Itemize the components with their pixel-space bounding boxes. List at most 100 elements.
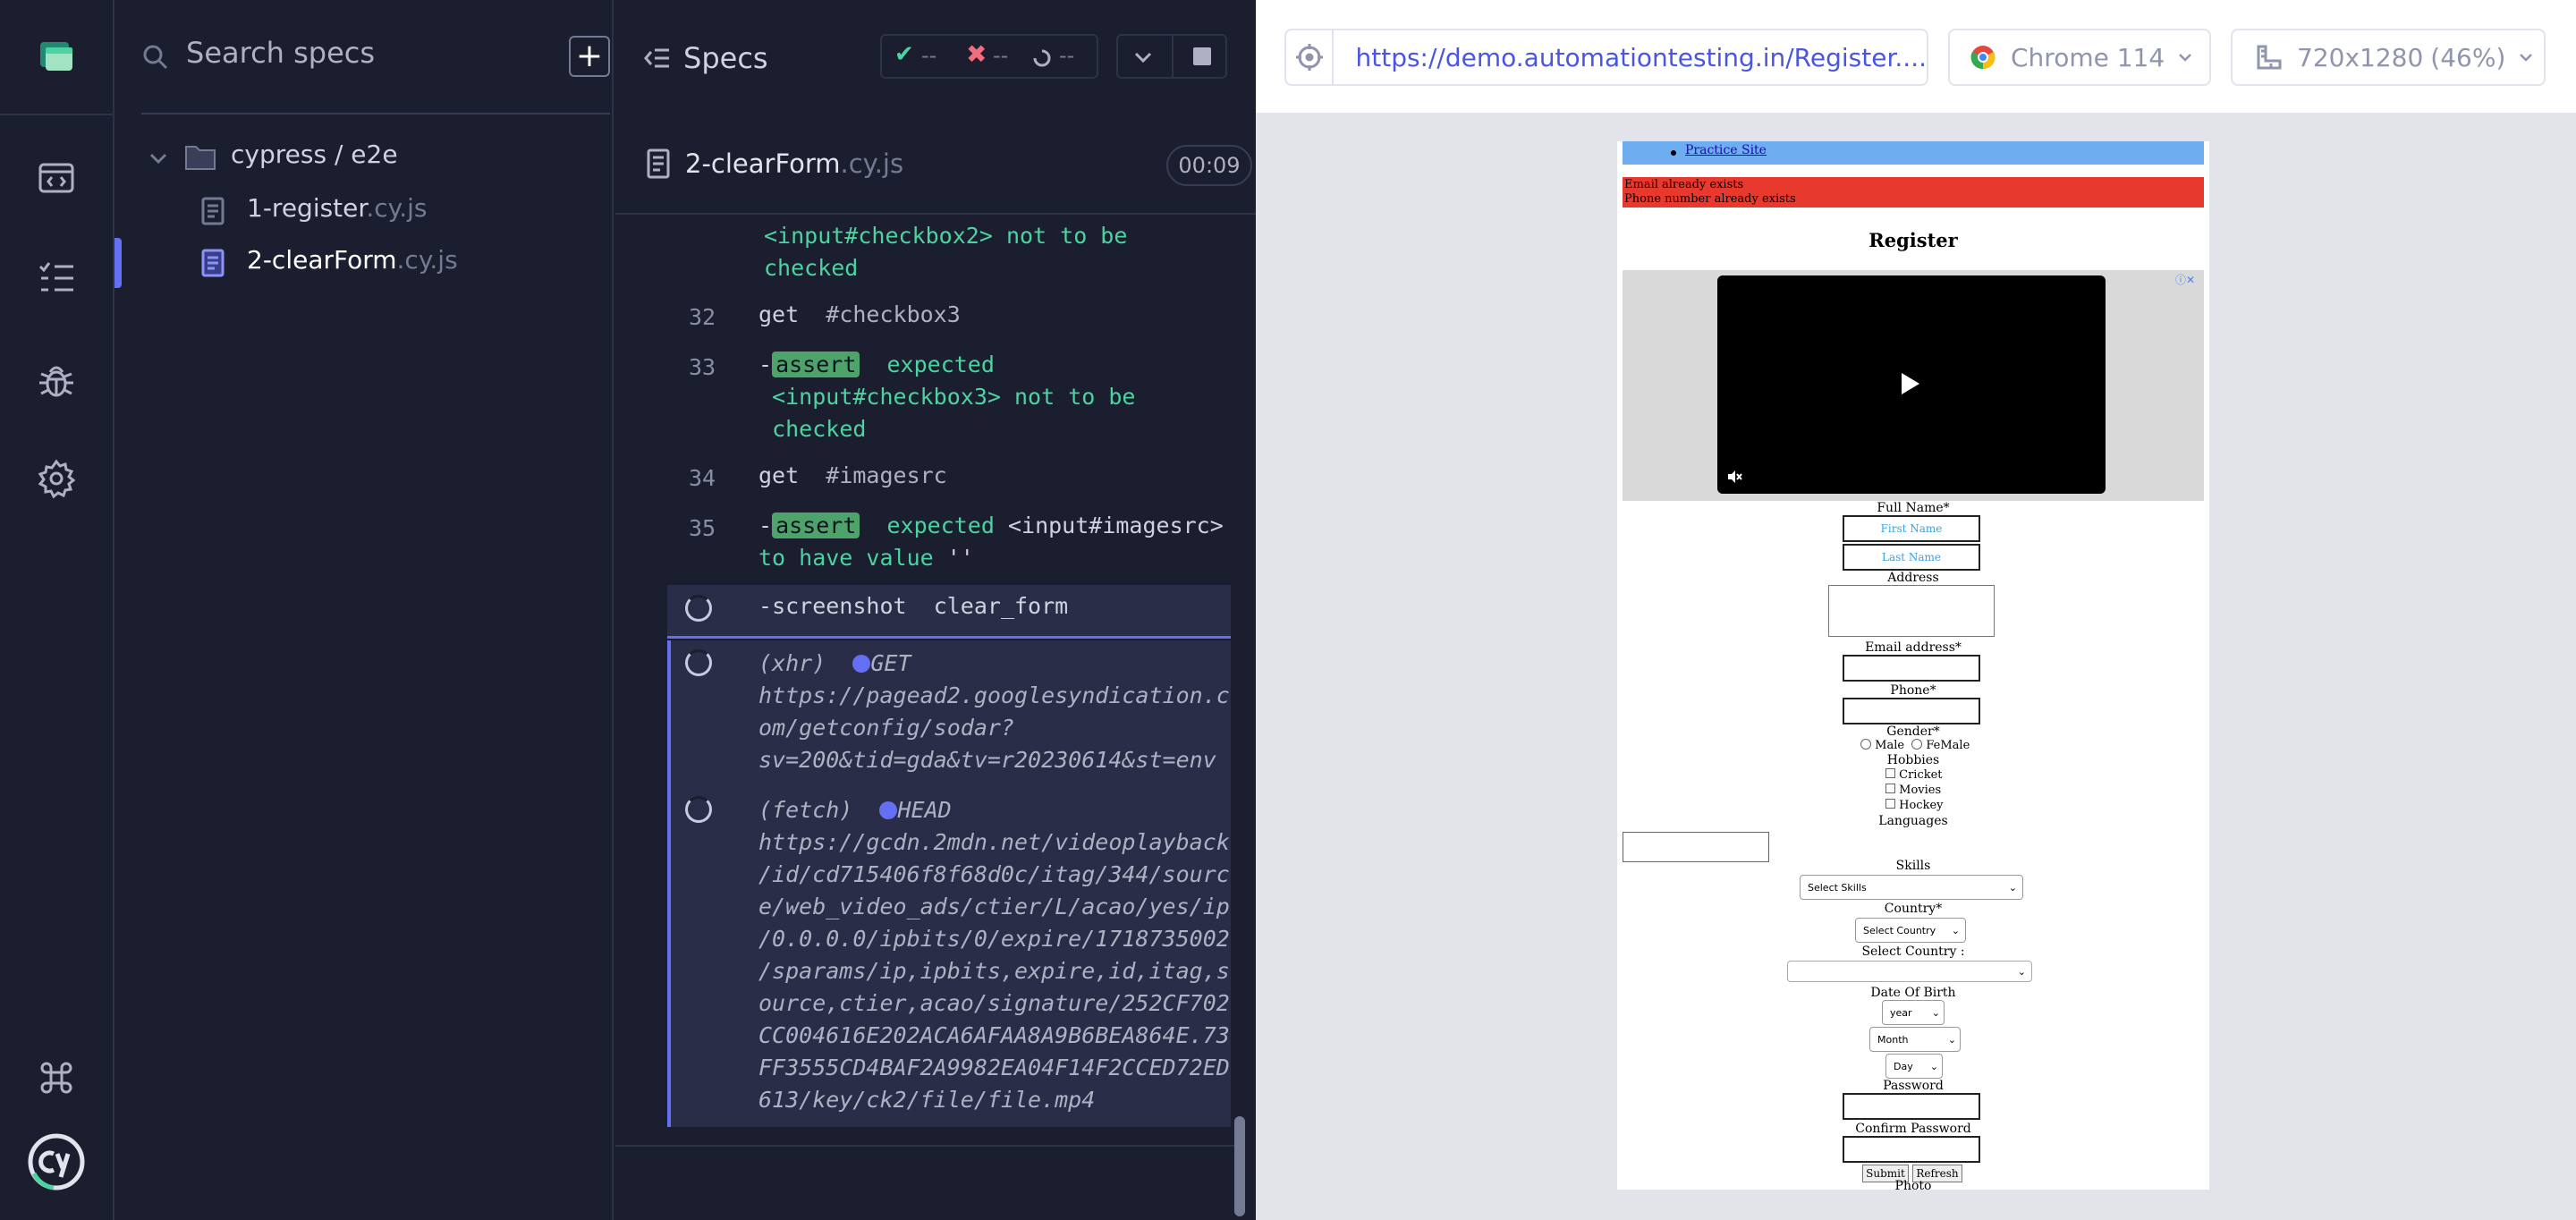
- skills-label: Skills: [1895, 859, 1931, 873]
- selector-playground-icon[interactable]: [1286, 30, 1335, 84]
- file-icon: [647, 148, 670, 179]
- spec-ext: .cy.js: [840, 148, 904, 179]
- command-row[interactable]: get #checkbox3: [758, 299, 961, 331]
- spec-name: 2-clearForm: [685, 148, 841, 179]
- request-url: ource,ctier,acao/signature/252CF702: [758, 990, 1230, 1016]
- spec-file-item[interactable]: 1-register.cy.js: [200, 193, 594, 229]
- log-scrollbar[interactable]: [1234, 1116, 1245, 1216]
- movies-checkbox[interactable]: [1885, 784, 1895, 793]
- command-row[interactable]: - assert expected <input#checkbox3> not t…: [758, 349, 1135, 445]
- confirm-password-input[interactable]: [1843, 1136, 1980, 1163]
- month-select[interactable]: Month ⌄: [1869, 1027, 1961, 1052]
- browser-selector[interactable]: Chrome 114: [1948, 29, 2211, 86]
- country-select[interactable]: Select Country ⌄: [1855, 918, 1966, 943]
- password-input[interactable]: [1843, 1093, 1980, 1120]
- bullet-icon: [1671, 150, 1676, 156]
- request-url: https://pagead2.googlesyndication.c: [758, 682, 1230, 708]
- cricket-checkbox[interactable]: [1885, 768, 1895, 778]
- assert-text: expected: [886, 513, 995, 538]
- last-name-input[interactable]: Last Name: [1843, 544, 1980, 571]
- request-url: https://gcdn.2mdn.net/videoplayback: [758, 829, 1230, 855]
- spec-file-ext: .cy.js: [366, 193, 428, 223]
- command-row[interactable]: <input#checkbox2> not to be checked: [764, 220, 1127, 284]
- gender-options: Male FeMale: [1860, 739, 1970, 752]
- year-select[interactable]: year ⌄: [1882, 1000, 1945, 1025]
- day-select[interactable]: Day ⌄: [1885, 1054, 1943, 1079]
- command-arg: clear_form: [933, 593, 1069, 619]
- log-footer-divider: [615, 1145, 1245, 1147]
- settings-gear-icon[interactable]: [30, 453, 82, 504]
- skills-select[interactable]: Select Skills ⌄: [1800, 875, 2023, 900]
- debug-nav-icon[interactable]: [30, 354, 82, 406]
- spec-file-ext: .cy.js: [396, 245, 458, 275]
- practice-site-link[interactable]: Practice Site: [1685, 143, 1767, 157]
- chevron-down-icon: ⌄: [1929, 1060, 1938, 1072]
- languages-multiselect[interactable]: [1623, 832, 1769, 862]
- search-input[interactable]: Search specs: [186, 36, 375, 70]
- dob-label: Date Of Birth: [1870, 986, 1956, 1000]
- pending-icon: [1033, 49, 1051, 67]
- stop-icon[interactable]: [1193, 47, 1211, 65]
- male-radio[interactable]: [1860, 739, 1871, 750]
- spec-file-item-active[interactable]: 2-clearForm.cy.js: [200, 245, 594, 281]
- command-row[interactable]: get #imagesrc: [758, 460, 947, 492]
- request-dot-icon: [879, 801, 898, 819]
- spec-search[interactable]: Search specs +: [141, 27, 610, 113]
- command-name: screenshot: [772, 593, 907, 619]
- photo-label: Photo: [1894, 1179, 1932, 1190]
- viewport-selector[interactable]: 720x1280 (46%): [2231, 29, 2546, 86]
- duration-badge: 00:09: [1166, 145, 1252, 186]
- command-row[interactable]: - assert expected <input#imagesrc> to hav…: [758, 510, 1224, 574]
- specs-nav-icon[interactable]: [30, 152, 82, 204]
- select-country-combobox[interactable]: ⌄: [1787, 961, 2032, 982]
- ad-info-icon[interactable]: ⓘ✕: [2175, 272, 2195, 287]
- url-bar[interactable]: https://demo.automationtesting.in/Regist…: [1284, 29, 1928, 86]
- x-icon: ✖: [966, 39, 987, 69]
- log-title: Specs: [683, 41, 768, 75]
- request-type: (fetch): [758, 797, 853, 823]
- chevron-down-icon[interactable]: [1132, 47, 1154, 68]
- play-icon[interactable]: [1896, 370, 1923, 397]
- hockey-checkbox[interactable]: [1885, 799, 1895, 809]
- aut-url[interactable]: https://demo.automationtesting.in/Regist…: [1355, 43, 1927, 72]
- run-controls: [1116, 34, 1227, 79]
- new-spec-button[interactable]: +: [569, 36, 610, 77]
- search-divider: [141, 113, 610, 114]
- request-url: 613/key/ck2/file/file.mp4: [758, 1087, 1096, 1113]
- xhr-command[interactable]: (xhr) GET https://pagead2.googlesyndicat…: [758, 648, 1233, 776]
- chevron-down-icon: [2179, 54, 2192, 62]
- email-label: Email address*: [1865, 640, 1962, 655]
- file-icon: [201, 249, 225, 277]
- group-indicator: [667, 640, 671, 1127]
- spec-header-row: 2-clearForm.cy.js 00:09: [642, 134, 1252, 197]
- keyboard-shortcuts-icon[interactable]: [30, 1052, 82, 1104]
- email-input[interactable]: [1843, 655, 1980, 682]
- first-name-input[interactable]: First Name: [1843, 515, 1980, 542]
- request-url: om/getconfig/sodar?: [758, 715, 1014, 741]
- cypress-logo-icon[interactable]: [27, 1132, 86, 1191]
- languages-label: Languages: [1878, 814, 1948, 828]
- password-label: Password: [1883, 1079, 1944, 1093]
- runs-nav-icon[interactable]: [30, 252, 82, 304]
- folder-row[interactable]: cypress / e2e: [147, 140, 603, 175]
- command-list: <input#checkbox2> not to be checked 32 g…: [615, 215, 1256, 1127]
- female-radio[interactable]: [1911, 739, 1923, 750]
- phone-input[interactable]: [1843, 698, 1980, 724]
- alert-email: Email already exists: [1624, 178, 1744, 191]
- fetch-command[interactable]: (fetch) HEAD https://gcdn.2mdn.net/video…: [758, 794, 1233, 1116]
- male-label: Male: [1875, 739, 1905, 752]
- country-label: Country*: [1884, 902, 1943, 916]
- assert-badge: assert: [772, 352, 860, 377]
- request-url: sv=200&tid=gda&tv=r20230614&st=env: [758, 747, 1216, 773]
- command-row[interactable]: -screenshot clear_form: [758, 590, 1068, 623]
- search-icon: [143, 45, 168, 70]
- line-number: 32: [689, 304, 716, 330]
- assert-value: '': [946, 545, 974, 571]
- rail-divider: [0, 114, 114, 115]
- check-icon: ✔: [894, 41, 914, 68]
- collapse-specs-icon[interactable]: [644, 45, 671, 72]
- pending-count: --: [1059, 43, 1075, 68]
- address-textarea[interactable]: [1828, 585, 1995, 637]
- mute-icon[interactable]: [1726, 469, 1742, 485]
- assert-subject: <input#checkbox3>: [772, 384, 1001, 410]
